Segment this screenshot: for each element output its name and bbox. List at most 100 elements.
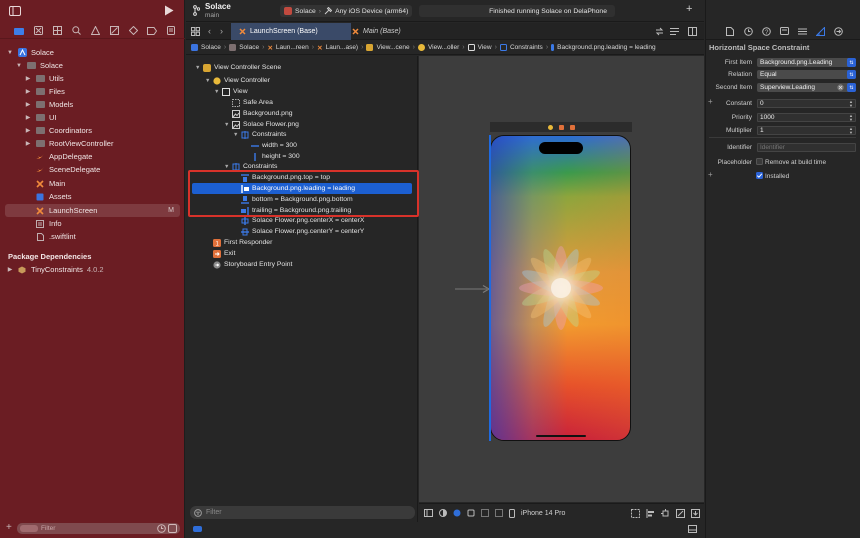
tab-launchscreen[interactable]: LaunchScreen (Base) (231, 23, 351, 40)
outline-row-view[interactable]: View (222, 86, 248, 97)
outline-row-constraint[interactable]: width = 300 (251, 140, 297, 151)
test-tab-icon[interactable] (109, 26, 119, 36)
outline-row-safe-area[interactable]: Safe Area (232, 97, 273, 108)
priority-field[interactable]: 1000 ▲ ▼ (757, 113, 856, 122)
file-inspector-icon[interactable] (725, 26, 735, 36)
report-tab-icon[interactable] (166, 26, 176, 36)
outline-row-first-responder[interactable]: 1 First Responder (213, 237, 272, 248)
history-inspector-icon[interactable] (743, 26, 753, 36)
update-frames-icon[interactable] (631, 508, 640, 518)
recent-files-icon[interactable] (157, 524, 166, 533)
orientation-icon[interactable] (467, 509, 475, 517)
stepper-icon[interactable]: ▲ ▼ (849, 114, 853, 122)
jump-bar-item[interactable]: Background.png.leading = leading (557, 44, 655, 51)
attributes-inspector-icon[interactable] (797, 26, 807, 36)
jump-bar-item[interactable]: View...cene (376, 44, 409, 51)
filter-scm-icon[interactable] (168, 524, 177, 533)
device-variation-icon[interactable] (495, 509, 503, 517)
add-library-button[interactable]: + (686, 3, 692, 15)
multiplier-field[interactable]: 1 ▲ ▼ (757, 126, 856, 135)
quick-help-icon[interactable]: ? (761, 26, 771, 36)
outline-row-exit[interactable]: Exit (213, 248, 235, 259)
grid-layout-icon[interactable] (191, 27, 200, 36)
remove-at-build-time-checkbox[interactable] (756, 158, 763, 165)
outline-row-constraints[interactable]: Constraints (241, 129, 286, 140)
editor-options-icon[interactable] (670, 27, 679, 36)
tree-item-folder[interactable]: ▶ RootViewController (0, 137, 185, 150)
jump-bar-item[interactable]: Constraints (510, 44, 543, 51)
filter-options-icon[interactable] (20, 525, 38, 532)
first-item-popup[interactable]: Background.png.Leading ⇅ (757, 58, 856, 67)
debug-tab-icon[interactable] (128, 26, 138, 36)
phone-icon[interactable] (509, 508, 515, 518)
jump-bar-item[interactable]: Laun...ase) (326, 44, 359, 51)
device-name[interactable]: iPhone 14 Pro (521, 510, 565, 517)
tree-item-file[interactable]: AppDelegate (0, 150, 185, 163)
jump-bar-item[interactable]: Solace (201, 44, 221, 51)
source-control-tab-icon[interactable] (33, 26, 43, 36)
outline-row-scene[interactable]: View Controller Scene (203, 62, 281, 73)
outline-row-constraint[interactable]: Solace Flower.png.centerY = centerY (241, 226, 364, 237)
debug-area-toggle-icon[interactable] (688, 525, 697, 533)
tree-item-file[interactable]: .swiftlint (0, 230, 185, 243)
search-tab-icon[interactable] (71, 26, 81, 36)
relation-popup[interactable]: Equal ⇅ (757, 70, 856, 79)
outline-toggle-icon[interactable] (424, 509, 433, 517)
tree-item-file[interactable]: Main (0, 177, 185, 190)
connections-inspector-icon[interactable] (833, 26, 843, 36)
refresh-icon[interactable] (655, 27, 664, 36)
stepper-icon[interactable]: ▲ ▼ (849, 127, 853, 135)
breakpoint-tab-icon[interactable] (147, 26, 157, 36)
forward-button[interactable]: › (220, 26, 223, 36)
debug-area-icon[interactable] (193, 526, 202, 532)
outline-row-view-controller[interactable]: View Controller (213, 75, 270, 86)
resolve-issues-icon[interactable] (676, 508, 685, 518)
folder-tab-icon[interactable] (14, 26, 24, 36)
second-item-popup[interactable]: Superview.Leading ⇅ (757, 83, 856, 92)
outline-row-entry-point[interactable]: Storyboard Entry Point (213, 259, 292, 270)
jump-bar-item[interactable]: View (478, 44, 492, 51)
interface-style-icon[interactable] (453, 509, 461, 517)
tree-item-file[interactable]: SceneDelegate (0, 163, 185, 176)
installed-checkbox[interactable] (756, 172, 763, 179)
jump-bar-item[interactable]: Laun...reen (276, 44, 309, 51)
tree-item-folder[interactable]: ▶ Models (0, 98, 185, 111)
identity-inspector-icon[interactable] (779, 26, 789, 36)
embed-in-icon[interactable] (691, 508, 700, 518)
tree-item-file[interactable]: Assets (0, 190, 185, 203)
tree-item-folder[interactable]: ▶ UI (0, 111, 185, 124)
tree-item-folder[interactable]: ▼ Solace (0, 59, 185, 72)
add-constraints-icon[interactable] (661, 508, 670, 518)
size-inspector-icon[interactable] (815, 26, 825, 36)
issue-tab-icon[interactable] (90, 26, 100, 36)
tree-item-file-selected[interactable]: LaunchScreen M (5, 204, 180, 217)
close-circle-icon[interactable] (837, 84, 844, 91)
tree-item-folder[interactable]: ▶ Utils (0, 72, 185, 85)
add-installed-variation-button[interactable]: + (708, 170, 713, 179)
jump-bar-item[interactable]: View...oller (428, 44, 459, 51)
tree-item-folder[interactable]: ▶ Coordinators (0, 124, 185, 137)
tab-main[interactable]: Main (Base) (344, 23, 434, 40)
tree-item-file[interactable]: Info (0, 217, 185, 230)
device-preview-launch-screen[interactable] (490, 135, 631, 441)
stepper-icon[interactable]: ▲ ▼ (849, 100, 853, 108)
scheme-destination-selector[interactable]: Solace › Any iOS Device (arm64) (280, 5, 413, 17)
navigator-filter[interactable]: Filter (17, 523, 180, 534)
tree-item-package[interactable]: ▶ TinyConstraints 4.0.2 (0, 263, 185, 276)
solace-flower-image[interactable] (511, 231, 611, 346)
sidebar-toggle-icon[interactable] (9, 6, 21, 16)
back-button[interactable]: ‹ (208, 26, 211, 36)
first-responder-dock-icon[interactable] (558, 124, 564, 130)
constant-field[interactable]: 0 ▲ ▼ (757, 99, 856, 108)
entry-point-arrow[interactable] (455, 284, 491, 294)
run-button[interactable] (164, 5, 174, 16)
appearance-icon[interactable] (439, 509, 447, 517)
align-icon[interactable] (646, 508, 655, 518)
add-button[interactable]: + (6, 522, 12, 533)
exit-dock-icon[interactable] (569, 124, 575, 130)
jump-bar-item[interactable]: Solace (239, 44, 259, 51)
size-class-icon[interactable] (481, 509, 489, 517)
outline-filter[interactable]: Filter (190, 506, 415, 519)
view-controller-dock-icon[interactable] (547, 124, 553, 130)
tree-item-folder[interactable]: ▶ Files (0, 85, 185, 98)
